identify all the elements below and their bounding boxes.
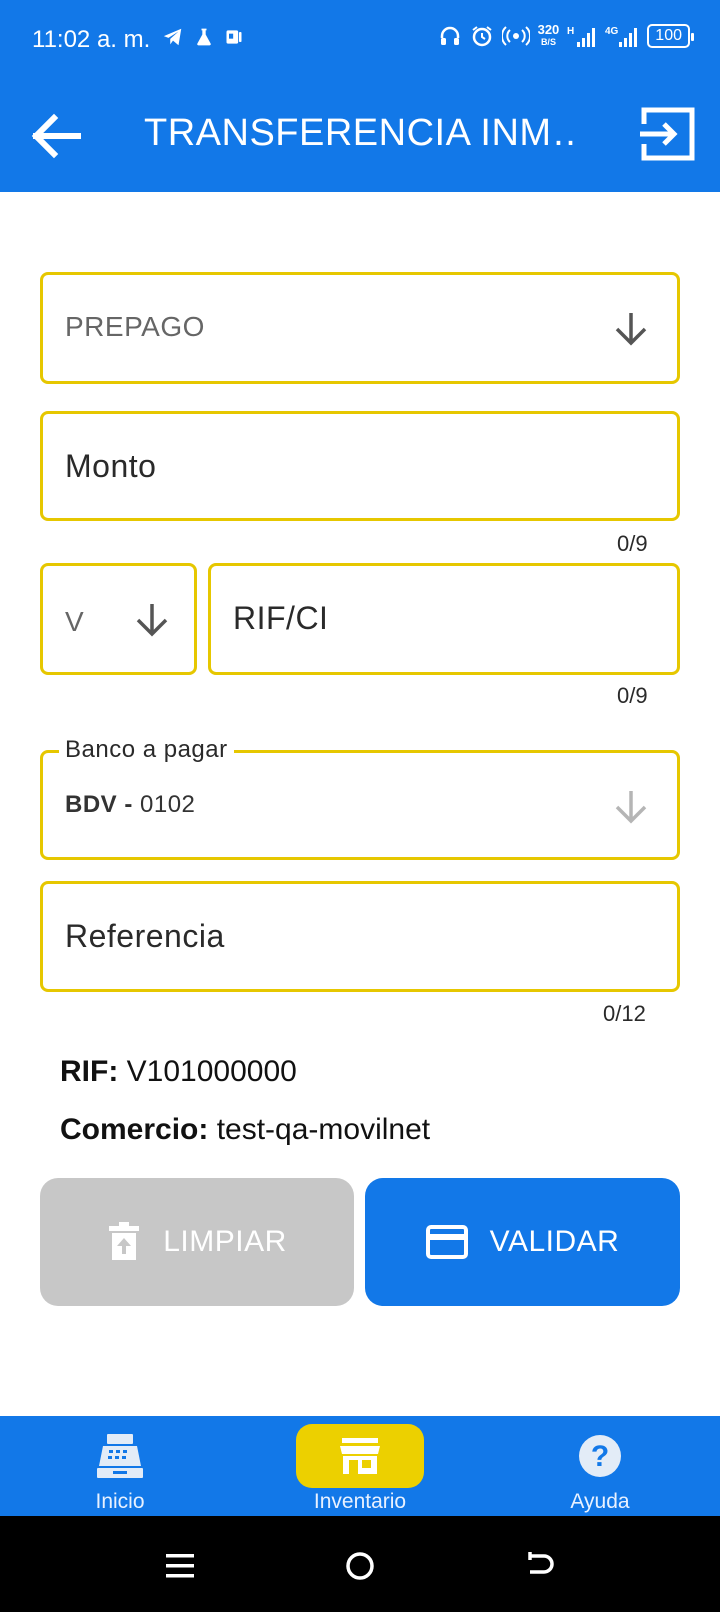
help-circle-icon: ? — [579, 1435, 621, 1477]
menu-icon — [166, 1554, 194, 1578]
bank-label: Banco a pagar — [59, 736, 234, 764]
home-circle-icon — [346, 1552, 374, 1580]
nav-label-ayuda: Ayuda — [570, 1490, 630, 1513]
nav-label-inventario: Inventario — [313, 1490, 407, 1513]
svg-text:?: ? — [591, 1440, 609, 1473]
bank-number: 0102 — [140, 791, 196, 818]
nav-item-ayuda[interactable]: ? Ayuda — [510, 1416, 690, 1516]
status-system-icons: 320 B/S H 4G 100 — [438, 22, 694, 48]
rif-ci-field[interactable]: RIF/CI — [208, 563, 680, 675]
nav-label-inicio: Inicio — [95, 1490, 145, 1513]
home-button[interactable] — [340, 1546, 380, 1586]
hotspot-icon — [501, 26, 530, 46]
svg-text:H: H — [567, 26, 574, 37]
logout-button[interactable] — [638, 104, 698, 164]
flask-icon — [197, 28, 211, 46]
store-icon — [340, 1438, 380, 1474]
headphones-icon — [440, 26, 459, 45]
bottom-navigation: Inicio Inventario ? Ayuda — [0, 1416, 720, 1516]
bank-value: BDV - 0102 — [65, 791, 195, 819]
rif-info: RIF: V101000000 — [60, 1055, 297, 1088]
clear-button-label: LIMPIAR — [163, 1225, 287, 1258]
exit-icon — [640, 107, 695, 161]
amount-placeholder: Monto — [65, 448, 157, 484]
svg-text:4G: 4G — [605, 26, 619, 37]
reference-field[interactable]: Referencia — [40, 881, 680, 992]
clear-button[interactable]: LIMPIAR — [40, 1178, 354, 1306]
status-time: 11:02 a. m. — [32, 26, 151, 53]
system-back-button[interactable] — [520, 1546, 560, 1586]
bank-code: BDV - — [65, 791, 133, 818]
product-select-value: PREPAGO — [65, 311, 205, 342]
trash-icon — [109, 1222, 140, 1260]
rif-ci-counter: 0/9 — [617, 683, 648, 708]
arrow-down-icon — [615, 791, 647, 824]
app-notification-icon — [226, 30, 242, 44]
product-select[interactable]: PREPAGO — [40, 272, 680, 384]
id-type-select[interactable]: V — [40, 563, 197, 675]
credit-card-icon — [425, 1225, 468, 1259]
arrow-down-icon — [615, 313, 647, 346]
battery-indicator: 100 — [647, 24, 694, 48]
signal-4g-icon: 4G — [605, 26, 638, 47]
amount-counter: 0/9 — [617, 531, 648, 556]
reference-counter: 0/12 — [603, 1001, 646, 1026]
status-bar: 11:02 a. m. 320 B/S H 4G 100 — [0, 0, 720, 80]
nav-item-inicio[interactable]: Inicio — [30, 1416, 210, 1516]
arrow-down-icon — [136, 604, 168, 637]
status-notification-icons — [162, 26, 244, 48]
arrow-left-icon — [31, 113, 81, 159]
app-bar: TRANSFERENCIA INM… — [0, 80, 720, 192]
bank-select[interactable]: Banco a pagar BDV - 0102 — [40, 736, 680, 860]
recent-apps-button[interactable] — [160, 1546, 200, 1586]
return-icon — [528, 1552, 554, 1574]
signal-h-icon: H — [567, 26, 596, 47]
merchant-info: Comercio: test-qa-movilnet — [60, 1113, 431, 1146]
validate-button-label: VALIDAR — [489, 1225, 620, 1258]
back-button[interactable] — [28, 110, 84, 162]
cash-register-icon — [97, 1434, 143, 1478]
nav-item-inventario[interactable]: Inventario — [270, 1416, 450, 1516]
rif-ci-placeholder: RIF/CI — [233, 600, 329, 636]
alarm-icon — [471, 26, 492, 47]
id-type-value: V — [65, 606, 85, 637]
validate-button[interactable]: VALIDAR — [365, 1178, 680, 1306]
amount-field[interactable]: Monto — [40, 411, 680, 521]
telegram-icon — [163, 28, 182, 46]
page-title: TRANSFERENCIA INM… — [144, 112, 574, 154]
network-speed: 320 B/S — [537, 22, 560, 47]
system-navigation-bar — [0, 1516, 720, 1612]
reference-placeholder: Referencia — [65, 918, 225, 954]
